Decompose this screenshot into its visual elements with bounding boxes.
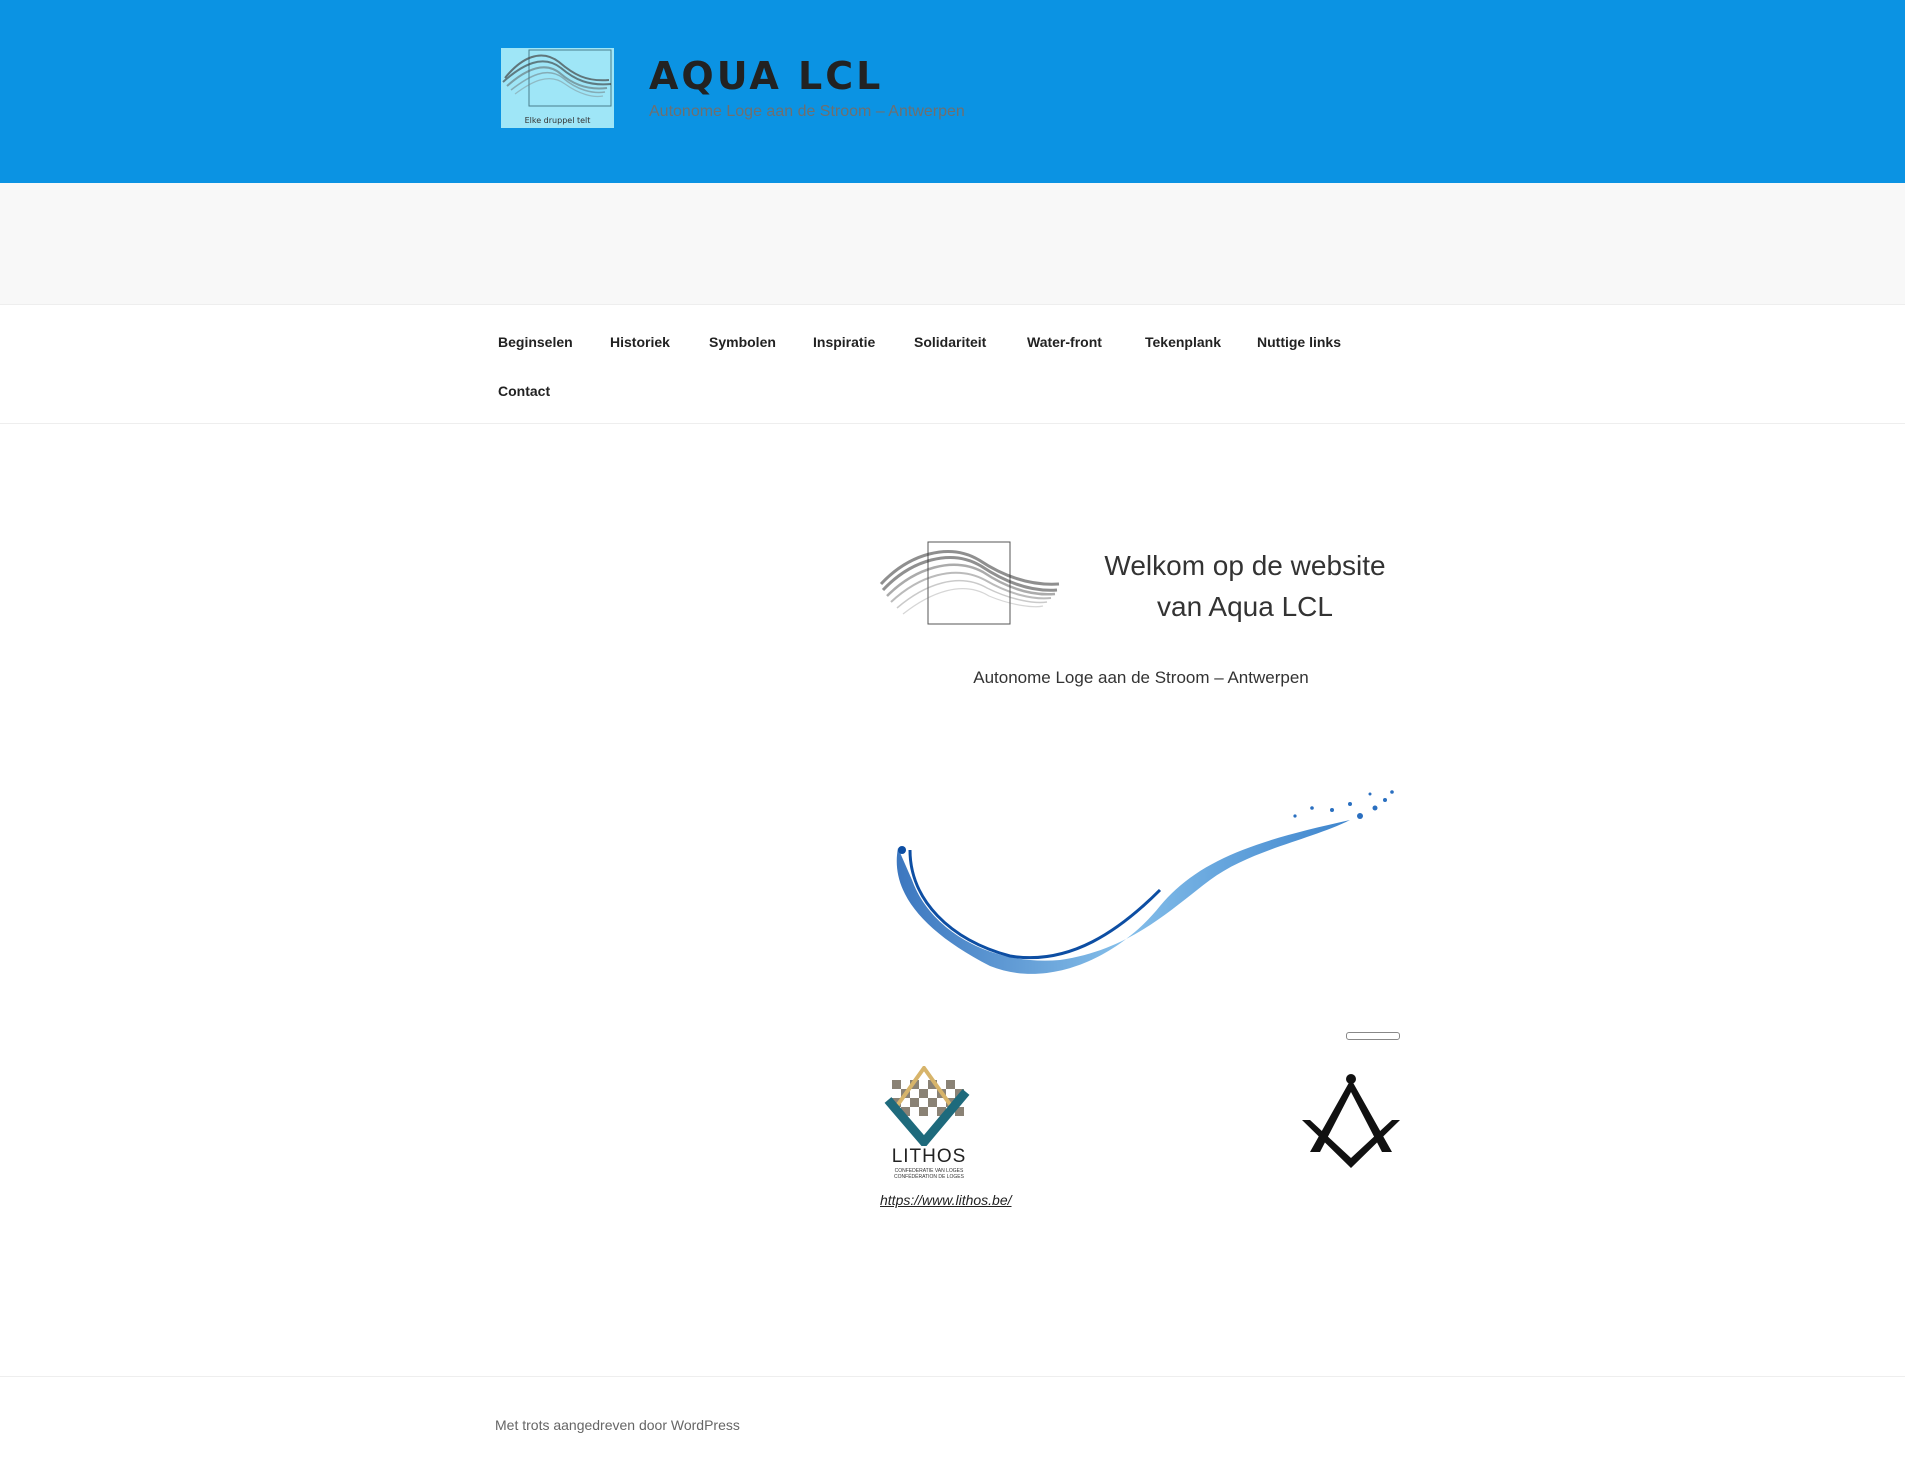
lithos-logo[interactable]: LITHOS CONFEDERATIE VAN LOGES CONFÉDÉRAT… — [884, 1064, 974, 1180]
site-title[interactable]: AQUA LCL — [649, 54, 883, 98]
logo-caption: Elke druppel telt — [524, 116, 591, 125]
image-credit-tag — [1346, 1032, 1400, 1040]
site-footer: Met trots aangedreven door WordPress — [0, 1376, 1905, 1473]
footer-credit-link[interactable]: Met trots aangedreven door WordPress — [495, 1417, 740, 1433]
header-media-band — [0, 183, 1905, 304]
water-splash-image — [880, 780, 1402, 980]
nav-item-solidariteit[interactable]: Solidariteit — [914, 334, 986, 350]
nav-item-tekenplank[interactable]: Tekenplank — [1145, 334, 1221, 350]
site-logo[interactable]: Elke druppel telt — [501, 48, 614, 128]
nav-item-symbolen[interactable]: Symbolen — [709, 334, 776, 350]
welcome-heading-line2: van Aqua LCL — [1157, 591, 1333, 622]
welcome-heading: Welkom op de website van Aqua LCL — [1080, 545, 1410, 627]
nav-item-historiek[interactable]: Historiek — [610, 334, 670, 350]
lithos-logo-icon — [884, 1064, 970, 1149]
square-and-compasses-image — [1296, 1072, 1406, 1172]
welcome-heading-line1: Welkom op de website — [1104, 550, 1386, 581]
nav-item-nuttige-links[interactable]: Nuttige links — [1257, 334, 1341, 350]
welcome-subtitle: Autonome Loge aan de Stroom – Antwerpen — [973, 668, 1309, 687]
nav-item-beginselen[interactable]: Beginselen — [498, 334, 573, 350]
nav-item-inspiratie[interactable]: Inspiratie — [813, 334, 875, 350]
lithos-link[interactable]: https://www.lithos.be/ — [880, 1192, 1012, 1208]
site-header: Elke druppel telt AQUA LCL Autonome Loge… — [0, 0, 1905, 183]
brush-stroke-logo-icon — [879, 541, 1060, 625]
main-navigation: Beginselen Historiek Symbolen Inspiratie… — [0, 304, 1905, 424]
lithos-wordmark: LITHOS — [891, 1146, 967, 1167]
nav-item-water-front[interactable]: Water-front — [1027, 334, 1102, 350]
square-and-compasses-icon — [1302, 1074, 1400, 1168]
site-tagline: Autonome Loge aan de Stroom – Antwerpen — [649, 103, 965, 120]
lithos-subline-2: CONFÉDÉRATION DE LOGES — [894, 1174, 964, 1180]
nav-item-contact[interactable]: Contact — [498, 383, 550, 399]
water-splash-icon — [896, 790, 1394, 974]
welcome-logo — [879, 538, 1063, 628]
